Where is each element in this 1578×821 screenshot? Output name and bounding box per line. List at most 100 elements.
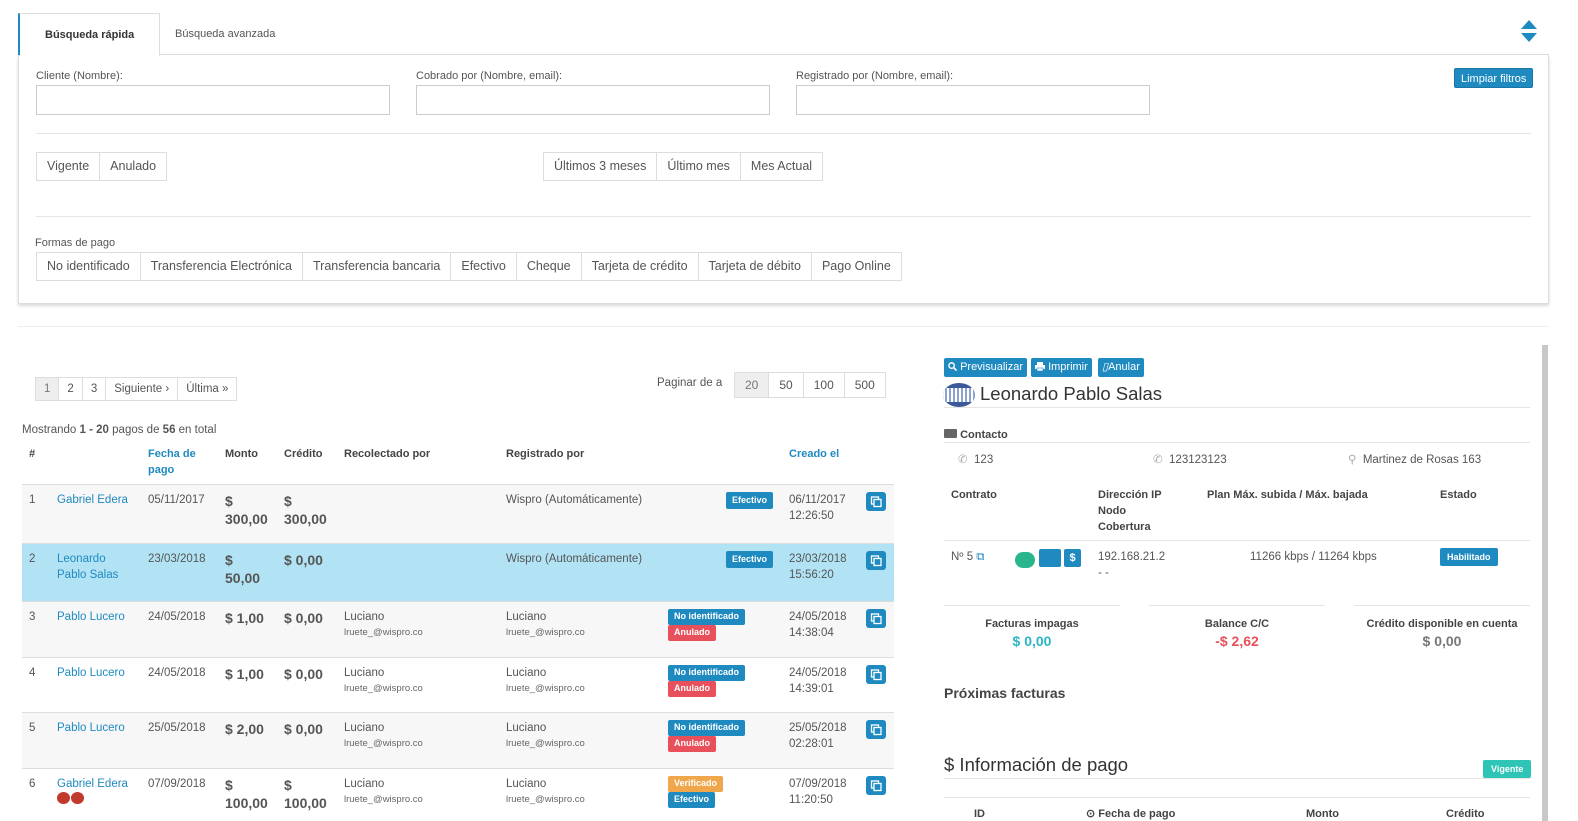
amount: $ 2,00 [225, 721, 264, 737]
payment-date: 23/03/2018 [148, 553, 206, 565]
divider [944, 778, 1530, 779]
filter-anulado[interactable]: Anulado [99, 152, 168, 181]
speed-icon[interactable] [1015, 552, 1035, 568]
credit: $300,00 [284, 493, 327, 527]
client-link[interactable]: Gabriel Edera [57, 492, 128, 508]
registered-by: Luciano [506, 722, 547, 734]
map-marker-icon: ⚲ [1348, 454, 1357, 466]
credit: $ 0,00 [284, 721, 323, 737]
credit: $ 0,00 [284, 610, 323, 626]
created-at: 07/09/2018 11:20:50 [789, 778, 847, 806]
filter-ultimo-mes[interactable]: Último mes [656, 152, 741, 181]
created-at: 25/05/2018 02:28:01 [789, 722, 847, 750]
id-card-icon [944, 429, 957, 438]
preview-button[interactable]: Previsualizar [944, 358, 1028, 377]
client-link[interactable]: Pablo Lucero [57, 720, 125, 736]
filter-ultimos-3-meses[interactable]: Últimos 3 meses [543, 152, 658, 181]
client-link[interactable]: Gabriel Edera [57, 776, 128, 792]
contract-link[interactable]: Nº 5 ⧉ [951, 549, 985, 565]
filter-no-identificado[interactable]: No identificado [36, 252, 141, 281]
chart-icon[interactable] [1039, 549, 1061, 567]
status-badge: No identificado [668, 720, 745, 736]
divider [1149, 605, 1325, 606]
phone-icon: ✆ [958, 454, 968, 466]
amount: $100,00 [225, 777, 268, 811]
col-fecha-pago[interactable]: Fecha de pago [148, 446, 196, 478]
amount: $300,00 [225, 493, 268, 527]
client-link[interactable]: Pablo Lucero [57, 665, 125, 681]
col-registrado: Registrado por [506, 448, 585, 460]
per-page-100[interactable]: 100 [802, 372, 845, 398]
alert-icon [57, 792, 70, 804]
bottom-col-monto: Monto [1306, 808, 1339, 820]
filter-tarjeta-debito[interactable]: Tarjeta de débito [697, 252, 812, 281]
copy-button[interactable] [866, 776, 886, 795]
created-at: 06/11/2017 12:26:50 [789, 494, 846, 522]
cobrado-input[interactable] [416, 85, 770, 115]
divider [18, 326, 1549, 327]
col-creado[interactable]: Creado el [789, 446, 839, 462]
void-button[interactable]: ▯Anular [1098, 358, 1144, 377]
collapse-toggle-icon[interactable] [1521, 20, 1537, 42]
tab-busqueda-avanzada[interactable]: Búsqueda avanzada [150, 13, 300, 55]
status-badge: Anulado [668, 736, 716, 752]
copy-icon [870, 496, 882, 508]
divider [36, 216, 1531, 217]
copy-button[interactable] [866, 720, 886, 739]
collected-by-email: lruete_@wispro.co [344, 683, 423, 694]
filter-mes-actual[interactable]: Mes Actual [739, 152, 824, 181]
page-2[interactable]: 2 [58, 377, 83, 401]
stat-facturas-value: $ 0,00 [1012, 633, 1052, 649]
stat-balance-value: -$ 2,62 [1215, 633, 1259, 649]
stat-credito-value: $ 0,00 [1422, 633, 1462, 649]
filter-pago-online[interactable]: Pago Online [810, 252, 902, 281]
client-link[interactable]: Pablo Lucero [57, 609, 125, 625]
tab-busqueda-rapida[interactable]: Búsqueda rápida [18, 13, 161, 56]
registered-by: Luciano [506, 667, 547, 679]
col-credito: Crédito [284, 448, 323, 460]
per-page-20[interactable]: 20 [734, 372, 770, 398]
payment-date: 24/05/2018 [148, 667, 206, 679]
registered-by: Luciano [506, 611, 547, 623]
copy-button[interactable] [866, 492, 886, 511]
contract-status-badge: Habilitado [1440, 548, 1498, 566]
payment-date: 07/09/2018 [148, 778, 206, 790]
page-last[interactable]: Última » [177, 377, 238, 401]
copy-button[interactable] [866, 551, 886, 570]
dollar-icon[interactable]: $ [1064, 549, 1081, 567]
collected-by-email: lruete_@wispro.co [344, 738, 423, 749]
registered-by-email: lruete_@wispro.co [506, 738, 585, 749]
filter-transferencia-electronica[interactable]: Transferencia Electrónica [139, 252, 303, 281]
copy-button[interactable] [866, 609, 886, 628]
collected-by: Luciano [344, 722, 385, 734]
page-next[interactable]: Siguiente › [105, 377, 179, 401]
plan-header: Plan Máx. subida / Máx. bajada [1207, 489, 1368, 501]
pagination: 1 2 3 Siguiente › Última » [35, 377, 238, 401]
contact-heading: Contacto [944, 427, 1008, 443]
created-at: 23/03/2018 15:56:20 [789, 553, 847, 581]
payment-date: 24/05/2018 [148, 611, 206, 623]
filter-efectivo[interactable]: Efectivo [450, 252, 517, 281]
stat-credito-label: Crédito disponible en cuenta [1366, 618, 1518, 630]
clear-filters-button[interactable]: Limpiar filtros [1454, 68, 1534, 88]
status-badge: Verificado [668, 776, 724, 792]
payment-date: 25/05/2018 [148, 722, 206, 734]
avatar [943, 383, 975, 407]
filter-tarjeta-credito[interactable]: Tarjeta de crédito [580, 252, 699, 281]
page-3[interactable]: 3 [81, 377, 107, 401]
client-link[interactable]: Leonardo Pablo Salas [57, 551, 118, 583]
print-button[interactable]: Imprimir [1031, 358, 1092, 377]
filter-transferencia-bancaria[interactable]: Transferencia bancaria [301, 252, 452, 281]
filter-cheque[interactable]: Cheque [515, 252, 582, 281]
registrado-input[interactable] [796, 85, 1150, 115]
search-icon [948, 362, 958, 372]
scrollbar[interactable] [1542, 345, 1548, 821]
copy-button[interactable] [866, 665, 886, 684]
amount: $ 1,00 [225, 610, 264, 626]
page-1[interactable]: 1 [35, 377, 60, 401]
row-number: 6 [29, 778, 36, 790]
per-page-500[interactable]: 500 [843, 372, 886, 398]
per-page-50[interactable]: 50 [768, 372, 804, 398]
cliente-input[interactable] [36, 85, 390, 115]
filter-vigente[interactable]: Vigente [36, 152, 101, 181]
